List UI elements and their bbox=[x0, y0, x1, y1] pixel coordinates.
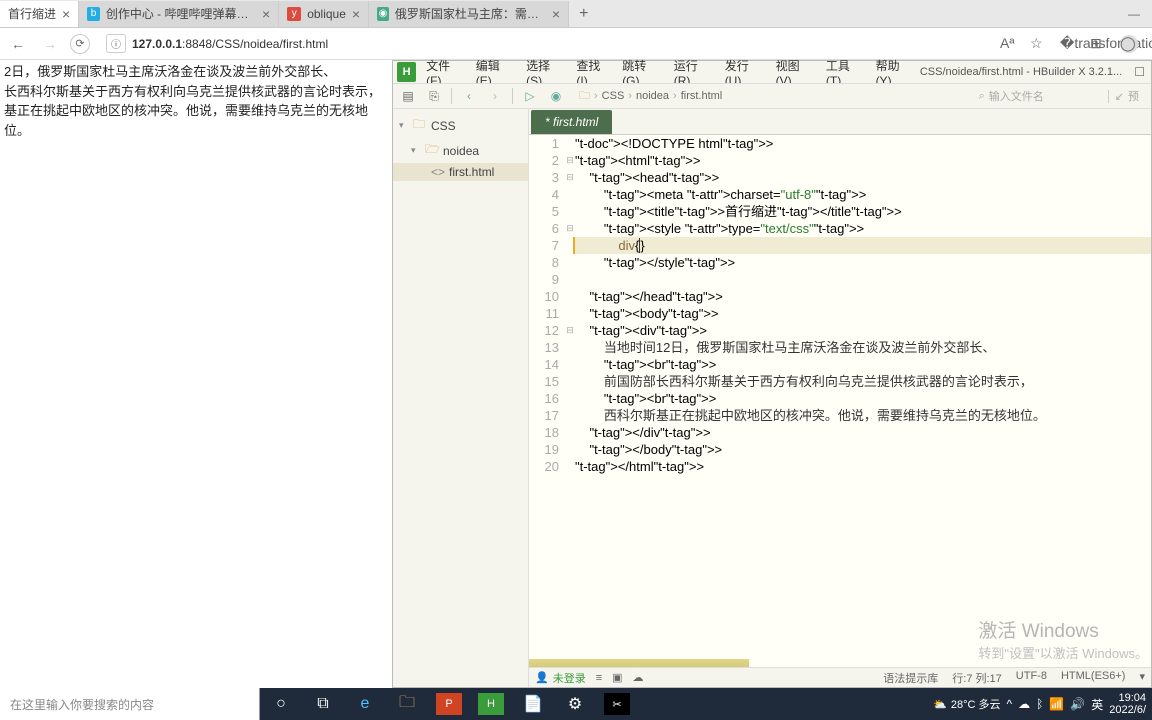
powerpoint-icon[interactable]: P bbox=[436, 693, 462, 715]
user-icon: 👤 bbox=[535, 671, 549, 684]
chevron-down-icon[interactable]: ▾ bbox=[1139, 670, 1145, 686]
folder-open-icon: 🗁 bbox=[425, 140, 439, 161]
cloud-sync-icon[interactable]: ☁ bbox=[1018, 697, 1030, 711]
close-icon[interactable]: × bbox=[262, 6, 270, 22]
wifi-icon[interactable]: 📶 bbox=[1049, 697, 1064, 711]
globe-icon: ◉ bbox=[377, 7, 389, 21]
site-info-icon[interactable]: ⓘ bbox=[106, 34, 126, 53]
read-aloud-icon[interactable]: Aª bbox=[1000, 35, 1018, 53]
settings-icon[interactable]: ⚙ bbox=[554, 688, 596, 720]
terminal-icon[interactable]: ▣ bbox=[612, 671, 622, 684]
project-tree[interactable]: ▾ 🗀 CSS ▾ 🗁 noidea <> first.html bbox=[393, 109, 529, 687]
file-search-input[interactable]: ⌕ 输入文件名 ↙ 预 bbox=[979, 88, 1147, 104]
taskbar: 在这里输入你要搜索的内容 ○ ⧉ e 🗀 P H 📄 ⚙ ✂ ⛅ 28°C 多云… bbox=[0, 688, 1152, 720]
collections-icon[interactable]: ⊞ bbox=[1090, 35, 1108, 53]
code-area[interactable]: 1234567891011121314151617181920 ⊟⊟⊟⊟ "t-… bbox=[529, 135, 1151, 667]
tree-root[interactable]: ▾ 🗀 CSS bbox=[393, 113, 528, 138]
browser-tab-2[interactable]: y oblique × bbox=[279, 1, 369, 27]
rendered-page: 2日，俄罗斯国家杜马主席沃洛金在谈及波兰前外交部长、 长西科尔斯基关于西方有权利… bbox=[0, 60, 392, 688]
nav-back-icon[interactable]: ‹ bbox=[458, 86, 480, 106]
nav-forward-icon[interactable]: › bbox=[484, 86, 506, 106]
language-mode[interactable]: HTML(ES6+) bbox=[1061, 670, 1126, 686]
cortana-icon[interactable]: ○ bbox=[260, 688, 302, 720]
ide-maximize-icon[interactable]: ☐ bbox=[1128, 65, 1151, 79]
line-gutter: 1234567891011121314151617181920 bbox=[529, 135, 565, 667]
tree-file[interactable]: <> first.html bbox=[393, 163, 528, 181]
taskbar-search-input[interactable]: 在这里输入你要搜索的内容 bbox=[0, 688, 260, 720]
tab-title: 首行缩进 bbox=[8, 5, 56, 22]
html-file-icon: <> bbox=[431, 165, 445, 179]
windows-activation-watermark: 激活 Windows 转到"设置"以激活 Windows。 bbox=[978, 616, 1148, 662]
back-button[interactable]: ← bbox=[6, 32, 30, 56]
horizontal-scrollbar[interactable] bbox=[529, 659, 749, 667]
browser-tab-strip: 首行缩进 × b 创作中心 - 哔哩哔哩弹幕视频网 × y oblique × … bbox=[0, 0, 1152, 28]
breadcrumb: 🗀 › CSS › noidea › first.html bbox=[579, 87, 722, 106]
cursor-position: 行:7 列:17 bbox=[952, 670, 1002, 686]
folder-icon: 🗀 bbox=[413, 115, 427, 136]
close-icon[interactable]: × bbox=[352, 6, 360, 22]
indent-icon[interactable]: ≡ bbox=[596, 672, 602, 684]
chevron-down-icon[interactable]: ▾ bbox=[411, 145, 421, 156]
encoding[interactable]: UTF-8 bbox=[1016, 670, 1047, 686]
url-input[interactable]: ⓘ 127.0.0.1:8848/CSS/noidea/first.html bbox=[98, 32, 992, 55]
editor-tab[interactable]: * first.html bbox=[531, 110, 612, 134]
cloud-icon[interactable]: ☁ bbox=[633, 671, 644, 684]
close-icon[interactable]: × bbox=[62, 6, 70, 22]
capcut-icon[interactable]: ✂ bbox=[604, 693, 630, 715]
search-icon: ⌕ bbox=[979, 90, 985, 103]
close-icon[interactable]: × bbox=[552, 6, 560, 22]
weather-icon: ⛅ bbox=[933, 698, 947, 711]
login-status[interactable]: 👤未登录 bbox=[535, 670, 586, 686]
ide-toolbar: ▤ ⎘ ‹ › ▷ ◉ 🗀 › CSS › noidea › first.htm… bbox=[393, 83, 1151, 109]
explorer-icon[interactable]: 🗀 bbox=[386, 688, 428, 720]
toggle-sidebar-icon[interactable]: ▤ bbox=[397, 86, 419, 106]
hbuilder-icon[interactable]: H bbox=[478, 693, 504, 715]
address-bar: ← → ⟳ ⓘ 127.0.0.1:8848/CSS/noidea/first.… bbox=[0, 28, 1152, 60]
favorites-bar-icon[interactable]: �transformations≡ bbox=[1060, 35, 1078, 53]
forward-button[interactable]: → bbox=[38, 32, 62, 56]
hbuilder-logo-icon: H bbox=[397, 62, 416, 82]
system-tray: ⛅ 28°C 多云 ^ ☁ ᛒ 📶 🔊 英 19:04 2022/6/ bbox=[933, 692, 1152, 716]
browser-tab-1[interactable]: b 创作中心 - 哔哩哔哩弹幕视频网 × bbox=[79, 1, 279, 27]
ide-window-title: CSS/noidea/first.html - HBuilder X 3.2.1… bbox=[920, 66, 1128, 78]
folder-icon: 🗀 bbox=[579, 87, 590, 106]
ide-menubar: H 文件(F) 编辑(E) 选择(S) 查找(I) 跳转(G) 运行(R) 发行… bbox=[393, 61, 1151, 83]
run-app-icon[interactable]: ◉ bbox=[545, 86, 567, 106]
clock[interactable]: 19:04 2022/6/ bbox=[1109, 692, 1146, 716]
editor: * first.html 123456789101112131415161718… bbox=[529, 109, 1151, 687]
fold-gutter[interactable]: ⊟⊟⊟⊟ bbox=[565, 135, 575, 667]
syntax-hint[interactable]: 语法提示库 bbox=[883, 670, 938, 686]
chevron-down-icon[interactable]: ▾ bbox=[399, 120, 409, 131]
profile-icon[interactable]: ◯ bbox=[1120, 35, 1138, 53]
chevron-up-icon[interactable]: ^ bbox=[1007, 697, 1013, 711]
browser-tab-0[interactable]: 首行缩进 × bbox=[0, 1, 79, 27]
y-icon: y bbox=[287, 7, 301, 21]
tab-title: 俄罗斯国家杜马主席：需要维持… bbox=[395, 5, 546, 22]
tab-title: 创作中心 - 哔哩哔哩弹幕视频网 bbox=[106, 5, 256, 22]
ide-statusbar: 👤未登录 ≡ ▣ ☁ 语法提示库 行:7 列:17 UTF-8 HTML(ES6… bbox=[529, 667, 1151, 687]
weather-widget[interactable]: ⛅ 28°C 多云 bbox=[933, 696, 1000, 712]
new-tab-button[interactable]: + bbox=[569, 5, 598, 23]
volume-icon[interactable]: 🔊 bbox=[1070, 697, 1085, 711]
edge-icon[interactable]: e bbox=[344, 688, 386, 720]
bilibili-icon: b bbox=[87, 7, 100, 21]
notepad-icon[interactable]: 📄 bbox=[512, 688, 554, 720]
ime-indicator[interactable]: 英 bbox=[1091, 696, 1103, 713]
minimize-button[interactable]: — bbox=[1116, 0, 1152, 28]
run-browser-icon[interactable]: ▷ bbox=[519, 86, 541, 106]
tree-folder[interactable]: ▾ 🗁 noidea bbox=[393, 138, 528, 163]
browser-tab-3[interactable]: ◉ 俄罗斯国家杜马主席：需要维持… × bbox=[369, 1, 569, 27]
reload-button[interactable]: ⟳ bbox=[70, 34, 90, 54]
ide-window: H 文件(F) 编辑(E) 选择(S) 查找(I) 跳转(G) 运行(R) 发行… bbox=[392, 60, 1152, 688]
favorite-icon[interactable]: ☆ bbox=[1030, 35, 1048, 53]
new-file-icon[interactable]: ⎘ bbox=[423, 86, 445, 106]
bluetooth-icon[interactable]: ᛒ bbox=[1036, 697, 1043, 711]
task-view-icon[interactable]: ⧉ bbox=[302, 688, 344, 720]
tab-title: oblique bbox=[307, 7, 346, 21]
